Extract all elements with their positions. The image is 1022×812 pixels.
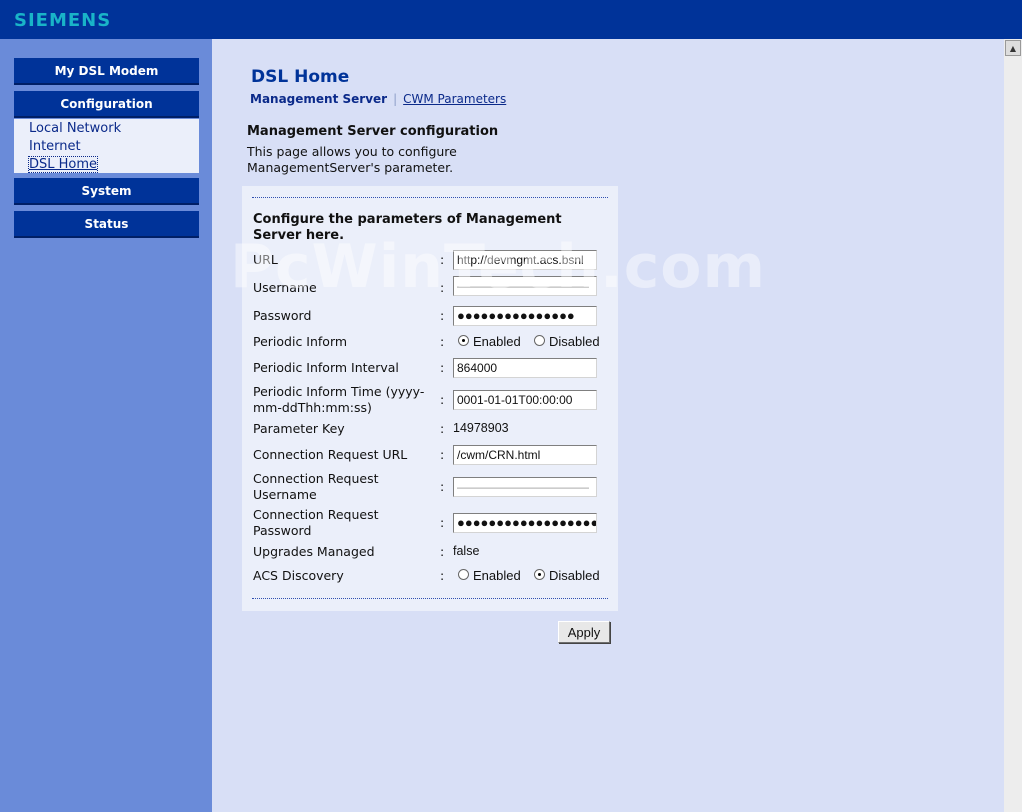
colon: : bbox=[440, 421, 445, 436]
submenu-internet[interactable]: Internet bbox=[29, 139, 81, 154]
divider bbox=[252, 598, 608, 599]
colon: : bbox=[440, 544, 445, 559]
siemens-logo: SIEMENS bbox=[14, 10, 112, 31]
colon: : bbox=[440, 334, 445, 349]
password-field[interactable]: ●●●●●●●●●●●●●●● bbox=[453, 306, 597, 326]
config-panel: Configure the parameters of Management S… bbox=[242, 186, 618, 611]
colon: : bbox=[440, 280, 445, 295]
scroll-up-arrow-icon[interactable]: ▲ bbox=[1005, 40, 1021, 56]
submenu-local-network[interactable]: Local Network bbox=[29, 121, 121, 136]
inform-time-field[interactable]: 0001-01-01T00:00:00 bbox=[453, 390, 597, 410]
conn-url-field[interactable]: /cwm/CRN.html bbox=[453, 445, 597, 465]
colon: : bbox=[440, 447, 445, 462]
upgrades-managed-label: Upgrades Managed bbox=[253, 544, 375, 559]
nav-status[interactable]: Status bbox=[14, 211, 199, 238]
conn-url-label: Connection Request URL bbox=[253, 447, 408, 462]
main-content: DSL Home Management Server | CWM Parameter… bbox=[212, 39, 1004, 812]
tab-bar: Management Server | CWM Parameters bbox=[250, 92, 506, 106]
section-title: Management Server configuration bbox=[247, 124, 499, 139]
username-label: Username bbox=[253, 280, 317, 295]
colon: : bbox=[440, 515, 445, 530]
panel-heading: Configure the parameters of Management S… bbox=[253, 212, 562, 243]
periodic-inform-enabled-label: Enabled bbox=[473, 334, 521, 349]
nav-system[interactable]: System bbox=[14, 178, 199, 205]
conn-password-label: Connection Request Password bbox=[253, 507, 379, 538]
tab-separator: | bbox=[393, 92, 398, 106]
colon: : bbox=[440, 479, 445, 494]
conn-password-field[interactable]: ●●●●●●●●●●●●●●●●●●● bbox=[453, 513, 597, 533]
colon: : bbox=[440, 308, 445, 323]
acs-enabled-label: Enabled bbox=[473, 568, 521, 583]
tab-cwm-parameters[interactable]: CWM Parameters bbox=[403, 92, 506, 106]
acs-enabled-radio[interactable] bbox=[458, 569, 469, 580]
upgrades-managed-value: false bbox=[453, 544, 480, 558]
username-field[interactable]: ——————————— bbox=[453, 276, 597, 296]
colon: : bbox=[440, 568, 445, 583]
sidebar: My DSL Modem Configuration Local Network… bbox=[0, 39, 212, 812]
periodic-inform-enabled-radio[interactable] bbox=[458, 335, 469, 346]
conn-username-field[interactable]: ——————————— bbox=[453, 477, 597, 497]
divider bbox=[252, 197, 608, 198]
password-label: Password bbox=[253, 308, 312, 323]
colon: : bbox=[440, 252, 445, 267]
interval-label: Periodic Inform Interval bbox=[253, 360, 399, 375]
colon: : bbox=[440, 360, 445, 375]
url-label: URL bbox=[253, 252, 278, 267]
inform-time-label: Periodic Inform Time (yyyy-mm-ddThh:mm:s… bbox=[253, 384, 425, 415]
top-banner: SIEMENS bbox=[0, 0, 1022, 39]
nav-my-dsl-modem[interactable]: My DSL Modem bbox=[14, 58, 199, 85]
section-description: This page allows you to configure Manage… bbox=[247, 144, 457, 175]
colon: : bbox=[440, 392, 445, 407]
periodic-inform-disabled-radio[interactable] bbox=[534, 335, 545, 346]
apply-button[interactable]: Apply bbox=[558, 621, 610, 643]
page-title: DSL Home bbox=[251, 67, 350, 87]
parameter-key-value: 14978903 bbox=[453, 421, 509, 435]
url-field[interactable]: http://devmgmt.acs.bsnl bbox=[453, 250, 597, 270]
periodic-inform-label: Periodic Inform bbox=[253, 334, 348, 349]
conn-username-label: Connection Request Username bbox=[253, 471, 379, 502]
acs-disabled-label: Disabled bbox=[549, 568, 600, 583]
periodic-inform-disabled-label: Disabled bbox=[549, 334, 600, 349]
nav-configuration[interactable]: Configuration bbox=[14, 91, 199, 118]
vertical-scrollbar[interactable]: ▲ bbox=[1004, 39, 1022, 812]
submenu-dsl-home[interactable]: DSL Home bbox=[27, 156, 99, 173]
tab-management-server[interactable]: Management Server bbox=[250, 92, 387, 106]
configuration-submenu: Local Network Internet DSL Home bbox=[14, 119, 199, 173]
acs-disabled-radio[interactable] bbox=[534, 569, 545, 580]
acs-discovery-label: ACS Discovery bbox=[253, 568, 344, 583]
interval-field[interactable]: 864000 bbox=[453, 358, 597, 378]
parameter-key-label: Parameter Key bbox=[253, 421, 345, 436]
